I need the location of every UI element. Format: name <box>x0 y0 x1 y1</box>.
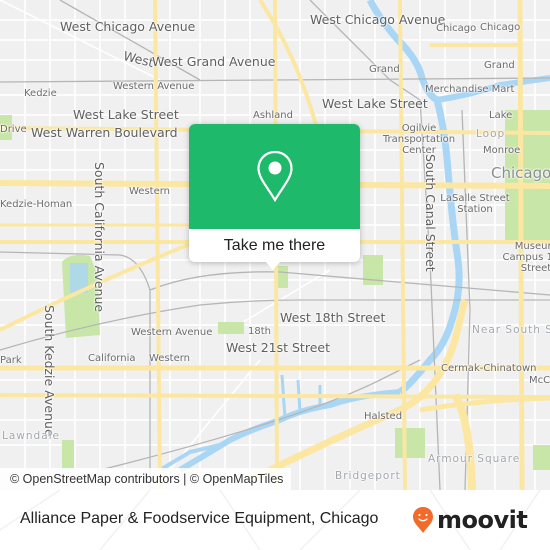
label-west-chicago-avenue: West Chicago Avenue <box>310 12 446 27</box>
label-south-kedzie-avenue: South Kedzie Avenue <box>42 305 57 437</box>
label-western-station: Western <box>149 353 191 364</box>
popup-pointer <box>265 261 281 270</box>
label-chicago-station: Chicago <box>436 23 477 34</box>
label-south-california-avenue: South California Avenue <box>92 162 107 313</box>
label-18th-station: 18th <box>248 326 271 337</box>
take-me-there-button[interactable]: Take me there <box>189 229 360 262</box>
label-west-lake-street: West Lake Street <box>73 107 179 122</box>
label-western-station: Western <box>129 186 171 197</box>
label-halsted: Halsted <box>364 411 403 422</box>
label-park: Park <box>0 355 22 366</box>
label-museum-campus: Museum Campus 11th Street <box>502 241 550 274</box>
label-grand-station: Grand <box>369 64 400 75</box>
label-west-warren-boulevard: West Warren Boulevard <box>31 125 178 140</box>
label-chicago-city: Chicago <box>491 164 550 182</box>
label-near-south-side: Near South Side <box>472 324 550 336</box>
label-western-avenue: Western Avenue <box>113 81 195 92</box>
label-mccormick: McCo <box>529 375 550 386</box>
label-lasalle-station: LaSalle Street Station <box>440 193 510 215</box>
label-merchandise-mart: Merchandise Mart <box>425 84 515 95</box>
label-loop: Loop <box>476 128 506 140</box>
label-west-21st-street: West 21st Street <box>226 340 330 355</box>
label-ashland: Ashland <box>253 110 293 121</box>
label-bridgeport: Bridgeport <box>335 470 401 482</box>
map-attribution[interactable]: © OpenStreetMap contributors | © OpenMap… <box>0 468 292 490</box>
map-pin-icon <box>256 150 293 202</box>
label-kedzie-homan: Kedzie-Homan <box>0 199 73 210</box>
label-chicago-station: Chicago <box>480 22 521 33</box>
label-west-18th-street: West 18th Street <box>280 310 386 325</box>
label-lawndale: Lawndale <box>2 430 61 442</box>
popup-header <box>189 124 360 229</box>
moovit-pin-icon <box>413 507 433 533</box>
label-cermak-chinatown: Cermak-Chinatown <box>441 363 537 374</box>
label-armour-square: Armour Square <box>428 453 521 465</box>
place-title: Alliance Paper & Foodservice Equipment, … <box>20 510 379 527</box>
label-west-grand-avenue: West Grand Avenue <box>152 54 276 69</box>
label-california-station: California <box>88 353 136 364</box>
label-west-chicago-avenue: West Chicago Avenue <box>60 19 196 34</box>
label-western-avenue: Western Avenue <box>131 327 213 338</box>
label-lake-station: Lake <box>489 110 513 121</box>
map[interactable]: West Chicago Avenue West Chicago Avenue … <box>0 0 550 490</box>
label-ogilvie: Ogilvie Transportation Center <box>382 123 456 156</box>
label-monroe: Monroe <box>483 145 521 156</box>
label-west-lake-street: West Lake Street <box>322 96 428 111</box>
label-south-canal-street: South Canal Street <box>423 154 438 272</box>
moovit-wordmark: moovit <box>437 506 528 534</box>
label-drive: Drive <box>0 124 27 135</box>
label-grand-station: Grand <box>484 60 515 71</box>
moovit-logo[interactable]: moovit <box>412 505 528 535</box>
take-me-there-popup[interactable]: Take me there <box>189 124 360 270</box>
label-kedzie: Kedzie <box>24 88 57 99</box>
